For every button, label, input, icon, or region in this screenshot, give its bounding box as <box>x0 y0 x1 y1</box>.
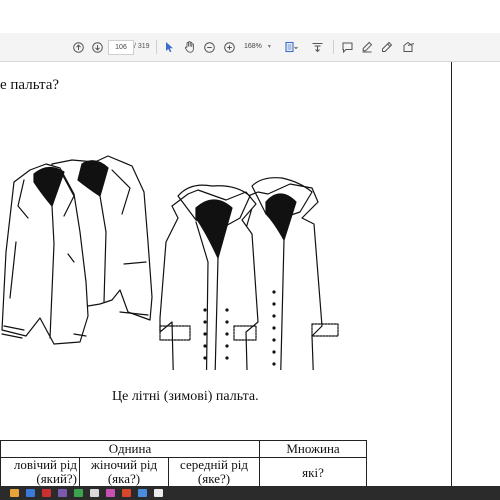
fit-page-icon[interactable] <box>284 39 298 55</box>
taskbar-app-icon[interactable] <box>138 489 147 497</box>
share-icon[interactable] <box>401 39 415 55</box>
page-number-input[interactable]: 106 <box>108 40 134 55</box>
page-edge <box>451 62 452 486</box>
select-pointer-icon[interactable] <box>164 39 174 55</box>
zoom-out-icon[interactable] <box>203 39 215 55</box>
illustration-caption: Це літні (зимові) пальта. <box>112 389 259 404</box>
singular-header: Однина <box>0 440 260 458</box>
gender-table: Однина Множина ловічий рід (який?) жіноч… <box>0 440 367 486</box>
draw-icon[interactable] <box>381 39 393 55</box>
comment-icon[interactable] <box>341 39 353 55</box>
taskbar <box>0 486 500 500</box>
zoom-in-icon[interactable] <box>223 39 235 55</box>
top-blank-area <box>0 0 500 33</box>
taskbar-app-icon[interactable] <box>154 489 163 497</box>
winter-coat-front <box>159 184 259 370</box>
winter-coat-back <box>241 177 339 370</box>
pdf-toolbar: 106 / 319 168% ▾ <box>0 33 500 62</box>
taskbar-app-icon[interactable] <box>122 489 131 497</box>
feminine-cell: жіночий рід (яка?) <box>79 457 169 486</box>
chevron-down-icon: ▾ <box>267 44 271 50</box>
zoom-level-value: 168% <box>244 43 262 50</box>
highlight-icon[interactable] <box>361 39 373 55</box>
taskbar-app-icon[interactable] <box>106 489 115 497</box>
pdf-page-content: е пальта? Це літні (зимові) пальта. Одни… <box>0 62 451 486</box>
masculine-cell: ловічий рід (який?) <box>0 457 80 486</box>
taskbar-app-icon[interactable] <box>58 489 67 497</box>
taskbar-app-icon[interactable] <box>90 489 99 497</box>
zoom-level-select[interactable]: 168% ▾ <box>244 40 276 53</box>
hand-icon[interactable] <box>183 39 195 55</box>
toolbar-divider <box>156 40 157 54</box>
summer-coat-front <box>1 163 89 345</box>
taskbar-app-icon[interactable] <box>74 489 83 497</box>
taskbar-app-icon[interactable] <box>26 489 35 497</box>
page-total-label: / 319 <box>134 43 150 50</box>
neuter-cell: середній рід (яке?) <box>168 457 260 486</box>
plural-cell: які? <box>259 457 367 486</box>
question-text: е пальта? <box>0 77 60 93</box>
page-up-icon[interactable] <box>72 39 84 55</box>
toolbar-divider <box>333 40 334 54</box>
scroll-mode-icon[interactable] <box>310 39 324 55</box>
page-down-icon[interactable] <box>91 39 103 55</box>
taskbar-app-icon[interactable] <box>42 489 51 497</box>
taskbar-app-icon[interactable] <box>10 489 19 497</box>
plural-header: Множина <box>259 440 367 458</box>
coats-illustration <box>1 155 339 370</box>
